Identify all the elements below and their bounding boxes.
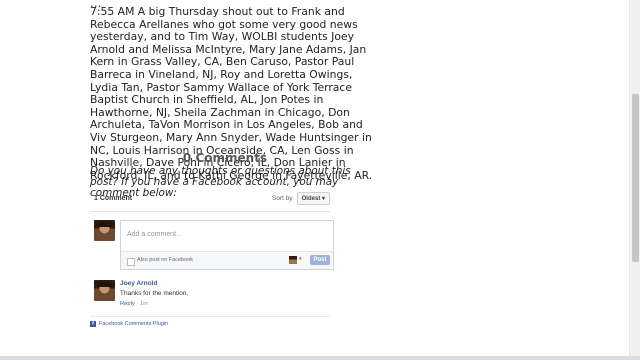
sort-value: Oldest	[301, 196, 321, 202]
post-button[interactable]: Post	[310, 255, 330, 265]
comments-count-heading: 0 Comments	[182, 151, 268, 165]
also-post-checkbox[interactable]	[127, 258, 135, 266]
comment-timestamp[interactable]: 1m	[140, 301, 148, 307]
chevron-down-icon: ▾	[321, 196, 325, 202]
comment-item: Joey Arnold Thanks for the mention. Repl…	[94, 280, 330, 316]
composer-toolbar: Also post on Facebook ▾ Post	[121, 251, 333, 269]
identity-avatar[interactable]	[289, 256, 297, 264]
sort-dropdown[interactable]: Oldest ▾	[296, 192, 330, 205]
comment-input[interactable]: Add a comment...	[127, 231, 182, 238]
facebook-comments-plugin: 1 Comment Sort by Oldest ▾ Add a comment…	[90, 192, 334, 327]
reply-link[interactable]: Reply	[120, 301, 135, 307]
facebook-icon: f	[90, 321, 96, 327]
avatar	[94, 220, 115, 241]
bottom-edge	[0, 356, 640, 360]
vertical-scrollbar[interactable]	[629, 0, 640, 356]
chevron-down-icon[interactable]: ▾	[299, 256, 302, 262]
sort-control: Sort by Oldest ▾	[272, 192, 330, 205]
also-post-label: Also post on Facebook	[137, 257, 193, 263]
plugin-header: 1 Comment Sort by Oldest ▾	[90, 192, 330, 212]
comment-input-box[interactable]: Add a comment... Also post on Facebook ▾…	[120, 220, 334, 270]
plugin-footer-link[interactable]: Facebook Comments Plugin	[99, 321, 168, 327]
scrollbar-thumb[interactable]	[632, 94, 639, 262]
comment-text: Thanks for the mention.	[120, 290, 189, 297]
comment-composer: Add a comment... Also post on Facebook ▾…	[94, 220, 334, 270]
comment-author-link[interactable]: Joey Arnold	[120, 280, 157, 287]
sort-label: Sort by	[272, 195, 293, 202]
plugin-footer: f Facebook Comments Plugin	[90, 316, 330, 327]
comment-count: 1 Comment	[94, 195, 133, 202]
comment-actions: Reply · 1m	[120, 301, 148, 307]
avatar[interactable]	[94, 280, 115, 301]
